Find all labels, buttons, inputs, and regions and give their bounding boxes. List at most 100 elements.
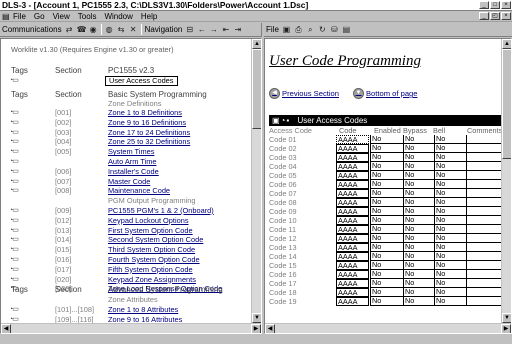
document-icon[interactable]: ▤ xyxy=(342,25,351,34)
tag-flag-icon[interactable]: ◔▭ xyxy=(9,76,19,84)
comments-field[interactable] xyxy=(466,162,503,171)
tag-flag-icon[interactable]: ◔▭ xyxy=(9,186,19,194)
section-link[interactable]: PC1555 PGM's 1 & 2 (Onboard) xyxy=(108,206,214,215)
previous-section-link[interactable]: ◀ Previous Section xyxy=(269,88,339,99)
forward-arrow-icon[interactable]: → xyxy=(209,25,218,34)
code-field[interactable]: AAAA xyxy=(336,135,369,144)
mdi-close-button[interactable]: × xyxy=(501,12,511,20)
tag-flag-icon[interactable]: ◔▭ xyxy=(9,147,19,155)
menu-item[interactable]: Help xyxy=(141,11,157,22)
scroll-up-arrow-icon[interactable]: ▲ xyxy=(502,39,511,49)
save-icon[interactable]: ▣ xyxy=(282,25,291,34)
tag-flag-icon[interactable]: ◔▭ xyxy=(9,226,19,234)
tag-flag-icon[interactable]: ◔▭ xyxy=(9,118,19,126)
code-field[interactable]: AAAA xyxy=(336,153,369,162)
comments-field[interactable] xyxy=(466,153,503,162)
tag-flag-icon[interactable]: ◔▭ xyxy=(9,177,19,185)
code-field[interactable]: AAAA xyxy=(336,216,369,225)
mdi-restore-button[interactable]: ◰ xyxy=(490,12,500,20)
maximize-button[interactable]: □ xyxy=(490,1,500,9)
comments-field[interactable] xyxy=(466,252,503,261)
bypass-field[interactable]: No xyxy=(403,297,434,306)
menu-item[interactable]: File xyxy=(13,11,26,22)
tag-flag-icon[interactable]: ◔▭ xyxy=(9,167,19,175)
tag-flag-icon[interactable]: ◔▭ xyxy=(9,206,19,214)
section-link[interactable]: Fifth System Option Code xyxy=(108,265,193,274)
comments-field[interactable] xyxy=(466,171,503,180)
first-page-icon[interactable]: ⇤ xyxy=(221,25,230,34)
comments-field[interactable] xyxy=(466,297,503,306)
cancel-icon[interactable]: ✕ xyxy=(129,25,138,34)
minimize-button[interactable]: _ xyxy=(479,1,489,9)
phone-icon[interactable]: ☎ xyxy=(77,25,87,34)
section-link[interactable]: Zone 9 to 16 Definitions xyxy=(108,118,186,127)
print-icon[interactable]: ⎙ xyxy=(294,25,303,35)
comments-field[interactable] xyxy=(466,216,503,225)
section-tools-icon[interactable]: ▣◔▪ xyxy=(272,116,290,125)
comments-field[interactable] xyxy=(466,207,503,216)
section-link[interactable]: Zone 1 to 8 Attributes xyxy=(108,305,178,314)
section-link[interactable]: System Times xyxy=(108,147,154,156)
section-link[interactable]: First System Option Code xyxy=(108,226,193,235)
bottom-of-page-link[interactable]: ▼ Bottom of page xyxy=(352,88,418,99)
left-vertical-scrollbar[interactable]: ▲ ▼ xyxy=(251,39,261,323)
comments-field[interactable] xyxy=(466,225,503,234)
comments-field[interactable] xyxy=(466,135,503,144)
tag-flag-icon[interactable]: ◔▭ xyxy=(9,137,19,145)
tag-flag-icon[interactable]: ◔▭ xyxy=(9,108,19,116)
menu-item[interactable]: View xyxy=(53,11,70,22)
section-link[interactable]: Second System Option Code xyxy=(108,235,203,244)
section-link[interactable]: Keypad Zone Assignments xyxy=(108,275,196,284)
code-field[interactable]: AAAA xyxy=(336,243,369,252)
section-link[interactable]: Zone 25 to 32 Definitions xyxy=(108,137,190,146)
tag-flag-icon[interactable]: ◔▭ xyxy=(9,157,19,165)
scroll-right-arrow-icon[interactable]: ▶ xyxy=(251,324,261,333)
tag-flag-icon[interactable]: ◔▭ xyxy=(9,265,19,273)
scroll-thumb[interactable] xyxy=(252,49,261,129)
comments-field[interactable] xyxy=(466,180,503,189)
comments-field[interactable] xyxy=(466,288,503,297)
right-horizontal-scrollbar[interactable]: ◀ ▶ xyxy=(265,323,511,333)
code-field[interactable]: AAAA xyxy=(336,171,369,180)
scroll-left-arrow-icon[interactable]: ◀ xyxy=(265,324,275,333)
section-link[interactable]: Master Code xyxy=(108,177,150,186)
scroll-down-arrow-icon[interactable]: ▼ xyxy=(502,313,511,323)
back-arrow-icon[interactable]: ← xyxy=(197,25,206,34)
code-field[interactable]: AAAA xyxy=(336,234,369,243)
menu-item[interactable]: Tools xyxy=(78,11,97,22)
modem-icon[interactable]: ◉ xyxy=(89,25,98,34)
code-field[interactable]: AAAA xyxy=(336,189,369,198)
section-link[interactable]: Zone 1 to 8 Definitions xyxy=(108,108,182,117)
section-link[interactable]: Keypad Lockout Options xyxy=(108,216,189,225)
scroll-thumb[interactable] xyxy=(502,49,511,159)
scroll-right-arrow-icon[interactable]: ▶ xyxy=(501,324,511,333)
comments-field[interactable] xyxy=(466,189,503,198)
enabled-field[interactable]: No xyxy=(370,297,403,306)
right-vertical-scrollbar[interactable]: ▲ ▼ xyxy=(501,39,511,323)
code-field[interactable]: AAAA xyxy=(336,252,369,261)
section-link[interactable]: Zone 17 to 24 Definitions xyxy=(108,128,190,137)
code-field[interactable]: AAAA xyxy=(336,162,369,171)
bell-field[interactable]: No xyxy=(434,297,466,306)
comments-field[interactable] xyxy=(466,270,503,279)
left-horizontal-scrollbar[interactable]: ◀ ▶ xyxy=(1,323,261,333)
user-access-codes-link[interactable]: User Access Codes xyxy=(105,76,178,86)
refresh-icon[interactable]: ↻ xyxy=(318,25,327,34)
comments-field[interactable] xyxy=(466,261,503,270)
section-link[interactable]: Auto Arm Time xyxy=(108,157,156,166)
code-field[interactable]: AAAA xyxy=(336,180,369,189)
transfer-icon[interactable]: ⇆ xyxy=(117,25,126,34)
tag-flag-icon[interactable]: ◔▭ xyxy=(9,235,19,243)
comments-field[interactable] xyxy=(466,234,503,243)
scroll-left-arrow-icon[interactable]: ◀ xyxy=(1,324,11,333)
code-field[interactable]: AAAA xyxy=(336,144,369,153)
menu-item[interactable]: Window xyxy=(104,11,132,22)
comments-field[interactable] xyxy=(466,198,503,207)
scroll-up-arrow-icon[interactable]: ▲ xyxy=(252,39,261,49)
code-field[interactable]: AAAA xyxy=(336,225,369,234)
tag-flag-icon[interactable]: ◔▭ xyxy=(9,128,19,136)
section-link[interactable]: Fourth System Option Code xyxy=(108,255,200,264)
scroll-down-arrow-icon[interactable]: ▼ xyxy=(252,313,261,323)
code-field[interactable]: AAAA xyxy=(336,207,369,216)
tag-flag-icon[interactable]: ◔▭ xyxy=(9,275,19,283)
